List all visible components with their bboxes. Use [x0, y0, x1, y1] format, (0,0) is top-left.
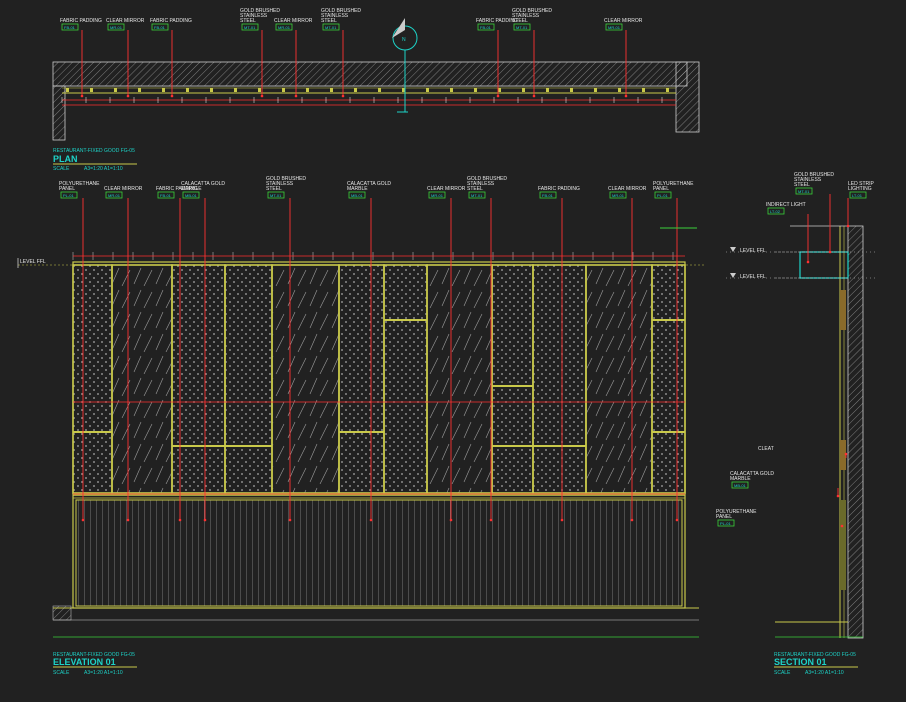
plan-title: PLAN [53, 154, 78, 164]
plan-material-code: FB-01 [154, 25, 166, 30]
plan-material-code: FB-01 [480, 25, 492, 30]
section-callout: INDIRECT LIGHTLT-02 [766, 202, 810, 264]
section-view: LEVEL FFL LEVEL FFL GOLD BRUSHED STAINLES… [716, 172, 876, 676]
section-callout-label: CALACATTA GOLD MARBLE [730, 471, 774, 482]
section-title: SECTION 01 [774, 657, 827, 667]
section-ceiling-detail [799, 251, 849, 279]
plan-callout-label: GOLD BRUSHED STAINLESS STEEL [512, 8, 552, 24]
plan-callout-label: CLEAR MIRROR [106, 18, 145, 24]
wall-panel [426, 264, 493, 494]
section-level-1: LEVEL FFL [740, 248, 766, 254]
elevation-callout-label: POLYURETHANE PANEL [653, 181, 694, 192]
section-material-code: PL-01 [720, 521, 731, 526]
plan-material-code: MT-01 [516, 25, 528, 30]
elevation-callout-label: FABRIC PADDING [538, 186, 580, 192]
elevation-view: LEVEL FFL POLYURETHANE PANELPL-01CLEAR MI… [17, 176, 706, 676]
elevation-material-code: MR-01 [431, 193, 444, 198]
wall-panel [383, 264, 428, 494]
plan-dim-ticks [61, 88, 669, 103]
elevation-material-code: MB-01 [351, 193, 364, 198]
elevation-material-code: FB-01 [160, 193, 172, 198]
section-callout-label: INDIRECT LIGHT [766, 202, 806, 208]
wall-panel [651, 264, 686, 494]
section-level-2: LEVEL FFL [740, 274, 766, 280]
plan-scale-value: A3=1:20 A1=1:10 [84, 166, 123, 172]
wall-panel [271, 264, 340, 494]
plan-material-code: MR-01 [278, 25, 291, 30]
elevation-material-code: MT-01 [471, 193, 483, 198]
section-material-code: MT-01 [798, 189, 810, 194]
elevation-material-code: MR-01 [108, 193, 121, 198]
elevation-material-code: MR-01 [612, 193, 625, 198]
section-callout-label: LED STRIP LIGHTING [848, 181, 875, 192]
elevation-callout-label: CLEAR MIRROR [104, 186, 143, 192]
plan-wall-return [675, 61, 700, 133]
section-callout: POLYURETHANE PANELPL-01 [716, 509, 844, 528]
section-wall [847, 225, 864, 639]
wall-panel [338, 264, 385, 494]
elevation-material-code: MT-01 [270, 193, 282, 198]
elevation-callout-label: POLYURETHANE PANEL [59, 181, 100, 192]
wall-panel [111, 264, 173, 494]
wall-panel [532, 264, 587, 494]
plan-wall-band [52, 61, 688, 87]
plan-view: FABRIC PADDINGFB-01CLEAR MIRRORMR-01FABR… [52, 8, 700, 172]
plan-material-code: MT-01 [325, 25, 337, 30]
elevation-material-code: PL-01 [63, 193, 74, 198]
wall-panel [224, 264, 273, 494]
plan-callout-label: CLEAR MIRROR [604, 18, 643, 24]
elevation-callout-label: GOLD BRUSHED STAINLESS STEEL [266, 176, 306, 192]
wall-panel [72, 264, 113, 494]
section-callout: GOLD BRUSHED STAINLESS STEELMT-01 [794, 172, 834, 254]
north-label: N [402, 37, 406, 43]
plan-material-code: MR-01 [608, 25, 621, 30]
wall-panel [585, 264, 653, 494]
section-material-code: LT-02 [770, 209, 781, 214]
wall-panel [491, 264, 534, 494]
section-scale-label: SCALE [774, 670, 791, 676]
section-callout: CLEAT [758, 446, 848, 458]
plan-material-code: FB-01 [64, 25, 76, 30]
elevation-panels [72, 252, 686, 494]
elevation-scale-label: SCALE [53, 670, 70, 676]
elevation-callout-label: GOLD BRUSHED STAINLESS STEEL [467, 176, 507, 192]
section-material-code: LT-01 [852, 193, 863, 198]
elevation-material-code: FB-01 [542, 193, 554, 198]
elevation-material-code: MB-01 [185, 193, 198, 198]
elevation-callout-label: CALACATTA GOLD MARBLE [347, 181, 391, 192]
elevation-title: ELEVATION 01 [53, 657, 116, 667]
elevation-callout-label: CALACATTA GOLD MARBLE [181, 181, 225, 192]
section-callout-label: POLYURETHANE PANEL [716, 509, 757, 520]
plan-material-code: MR-01 [110, 25, 123, 30]
section-callout: LED STRIP LIGHTINGLT-01 [846, 181, 875, 228]
plan-callout-label: CLEAR MIRROR [274, 18, 313, 24]
section-material-code: MB-01 [734, 483, 747, 488]
elevation-base-stripes [75, 499, 683, 607]
section-scale-value: A3=1:20 A1=1:10 [805, 670, 844, 676]
elevation-scale-value: A3=1:20 A1=1:10 [84, 670, 123, 676]
plan-material-code: MT-01 [244, 25, 256, 30]
plan-callout-label: FABRIC PADDING [150, 18, 192, 24]
section-callout-label: CLEAT [758, 446, 774, 452]
elevation-callout-label: CLEAR MIRROR [608, 186, 647, 192]
elevation-material-code: PL-01 [657, 193, 668, 198]
section-callout: CALACATTA GOLD MARBLEMB-01 [730, 471, 840, 498]
plan-callout-label: FABRIC PADDING [60, 18, 102, 24]
section-callout-label: GOLD BRUSHED STAINLESS STEEL [794, 172, 834, 188]
elevation-level-label: LEVEL FFL [20, 259, 46, 265]
cad-drawing: FABRIC PADDINGFB-01CLEAR MIRRORMR-01FABR… [17, 8, 876, 676]
plan-scale-label: SCALE [53, 166, 70, 172]
elevation-callout-label: CLEAR MIRROR [427, 186, 466, 192]
plan-wall-left [52, 85, 66, 141]
plan-callout-label: GOLD BRUSHED STAINLESS STEEL [321, 8, 361, 24]
